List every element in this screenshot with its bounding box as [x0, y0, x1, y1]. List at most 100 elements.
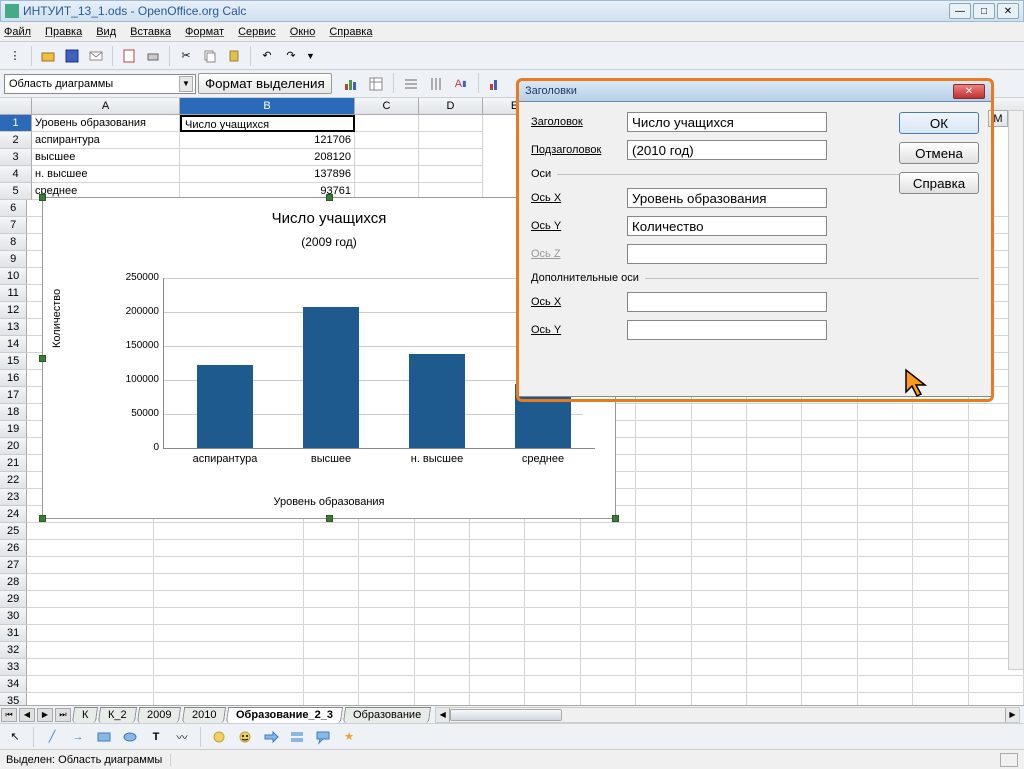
cell[interactable] — [913, 404, 968, 421]
cell[interactable]: аспирантура — [32, 132, 180, 149]
save-icon[interactable] — [61, 45, 83, 67]
resize-handle[interactable] — [39, 515, 46, 522]
cell[interactable] — [747, 489, 802, 506]
cell[interactable] — [636, 574, 691, 591]
row-header[interactable]: 34 — [0, 676, 27, 693]
cell[interactable] — [154, 523, 304, 540]
flowchart-icon[interactable] — [286, 726, 308, 748]
cell[interactable]: 121706 — [180, 132, 355, 149]
cell[interactable]: высшее — [32, 149, 180, 166]
menu-view[interactable]: Вид — [96, 26, 116, 38]
cell[interactable] — [154, 642, 304, 659]
cell[interactable] — [304, 557, 359, 574]
cell[interactable] — [470, 557, 525, 574]
cell[interactable] — [304, 574, 359, 591]
cell[interactable] — [27, 523, 154, 540]
cell[interactable] — [419, 166, 483, 183]
cell[interactable] — [858, 404, 913, 421]
chart-type-icon[interactable] — [340, 73, 362, 95]
row-header[interactable]: 6 — [0, 200, 27, 217]
cell[interactable] — [747, 676, 802, 693]
cell[interactable] — [636, 489, 691, 506]
cell[interactable] — [359, 523, 414, 540]
cell[interactable] — [692, 574, 747, 591]
cell[interactable] — [415, 557, 470, 574]
cell[interactable] — [525, 693, 580, 705]
menu-format[interactable]: Формат — [185, 26, 224, 38]
cell[interactable] — [525, 608, 580, 625]
cell[interactable] — [747, 523, 802, 540]
cell[interactable] — [858, 455, 913, 472]
cell[interactable] — [802, 455, 857, 472]
cell[interactable] — [692, 608, 747, 625]
cell[interactable] — [525, 659, 580, 676]
ellipse-icon[interactable] — [119, 726, 141, 748]
cell[interactable] — [636, 506, 691, 523]
cell[interactable] — [692, 642, 747, 659]
cell[interactable] — [154, 625, 304, 642]
cell[interactable] — [802, 676, 857, 693]
cell[interactable] — [470, 676, 525, 693]
cell[interactable] — [802, 523, 857, 540]
row-header[interactable]: 27 — [0, 557, 27, 574]
cell[interactable] — [858, 523, 913, 540]
cell[interactable] — [747, 693, 802, 705]
grid-v-icon[interactable] — [425, 73, 447, 95]
cell[interactable] — [415, 608, 470, 625]
cell[interactable] — [747, 659, 802, 676]
shapes-icon[interactable] — [208, 726, 230, 748]
cell[interactable] — [692, 693, 747, 705]
cell[interactable] — [802, 693, 857, 705]
input-axis-x[interactable] — [627, 188, 827, 208]
col-header-C[interactable]: C — [355, 98, 419, 114]
cell[interactable] — [27, 557, 154, 574]
cell[interactable] — [802, 574, 857, 591]
cell[interactable] — [913, 574, 968, 591]
cell[interactable] — [858, 625, 913, 642]
cell[interactable] — [581, 540, 636, 557]
row-header[interactable]: 16 — [0, 370, 27, 387]
vertical-scrollbar[interactable] — [1008, 110, 1024, 670]
cell[interactable] — [636, 557, 691, 574]
menu-edit[interactable]: Правка — [45, 26, 82, 38]
cell[interactable] — [747, 591, 802, 608]
curve-icon[interactable]: 〰 — [171, 726, 193, 748]
scrollbar-thumb[interactable] — [450, 709, 562, 721]
menu-insert[interactable]: Вставка — [130, 26, 171, 38]
cell[interactable] — [470, 642, 525, 659]
cell[interactable] — [636, 421, 691, 438]
resize-handle[interactable] — [326, 515, 333, 522]
cell[interactable] — [470, 574, 525, 591]
cell[interactable] — [154, 540, 304, 557]
col-header-B[interactable]: B — [180, 98, 355, 114]
resize-handle[interactable] — [326, 194, 333, 201]
cell[interactable] — [27, 540, 154, 557]
close-button[interactable]: ✕ — [997, 3, 1019, 19]
text-icon[interactable]: T — [145, 726, 167, 748]
cell[interactable] — [747, 574, 802, 591]
cell[interactable]: 208120 — [180, 149, 355, 166]
block-arrows-icon[interactable] — [260, 726, 282, 748]
input-axis-x2[interactable] — [627, 292, 827, 312]
menu-file[interactable]: Файл — [4, 26, 31, 38]
col-header-D[interactable]: D — [419, 98, 483, 114]
cell[interactable] — [692, 523, 747, 540]
cell[interactable] — [581, 591, 636, 608]
cell[interactable] — [27, 676, 154, 693]
cell[interactable] — [27, 574, 154, 591]
cell[interactable] — [802, 642, 857, 659]
cell[interactable] — [355, 132, 419, 149]
horizontal-scrollbar[interactable]: ◀ ▶ — [435, 707, 1020, 723]
cell[interactable] — [858, 642, 913, 659]
cell[interactable] — [636, 659, 691, 676]
row-header[interactable]: 9 — [0, 251, 27, 268]
sheet-tab[interactable]: Образование — [343, 707, 431, 723]
row-header[interactable]: 30 — [0, 608, 27, 625]
cell[interactable] — [525, 642, 580, 659]
callouts-icon[interactable] — [312, 726, 334, 748]
cell[interactable] — [692, 659, 747, 676]
cell[interactable] — [304, 625, 359, 642]
cell[interactable] — [581, 693, 636, 705]
cell[interactable] — [415, 523, 470, 540]
cell[interactable] — [525, 557, 580, 574]
